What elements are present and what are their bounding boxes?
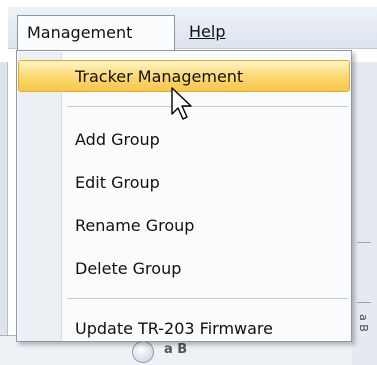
menu-bar: Management Help: [8, 7, 377, 51]
menu-item-label: Edit Group: [75, 173, 160, 192]
left-panel-edge: [0, 62, 8, 337]
menu-item-rename-group[interactable]: Rename Group: [19, 210, 349, 242]
menu-item-edit-group[interactable]: Edit Group: [19, 167, 349, 199]
menu-help-label: Help: [189, 22, 226, 41]
menu-item-label: Tracker Management: [75, 67, 244, 86]
right-toolbar-edge: a B: [350, 62, 377, 365]
arrow-cursor-icon: [171, 87, 192, 120]
menu-separator: [67, 106, 348, 107]
menu-management[interactable]: Management: [17, 15, 175, 51]
toolbar-divider: [357, 242, 371, 243]
menu-item-label: Update TR-203 Firmware: [75, 319, 273, 338]
menu-item-label: Add Group: [75, 130, 160, 149]
menu-management-label: Management: [27, 23, 133, 42]
menu-item-delete-group[interactable]: Delete Group: [19, 253, 349, 285]
menu-help[interactable]: Help: [180, 15, 234, 51]
toolbar-divider: [357, 302, 371, 303]
menu-separator: [67, 298, 348, 299]
menu-item-label: Delete Group: [75, 259, 182, 278]
right-toolbar-fragment: a B: [357, 314, 370, 332]
menu-item-label: Rename Group: [75, 216, 195, 235]
menu-item-add-group[interactable]: Add Group: [19, 124, 349, 156]
menu-item-update-firmware[interactable]: Update TR-203 Firmware: [19, 313, 349, 345]
